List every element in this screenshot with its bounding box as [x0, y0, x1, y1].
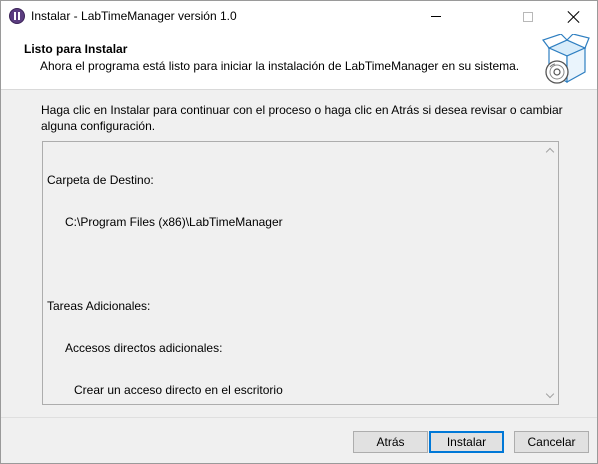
- divider: [1, 417, 597, 418]
- summary-content: Carpeta de Destino: C:\Program Files (x8…: [47, 145, 537, 425]
- summary-line: [47, 257, 537, 271]
- minimize-icon: [431, 16, 441, 17]
- minimize-button[interactable]: [413, 1, 459, 32]
- page-title: Listo para Instalar: [24, 42, 128, 56]
- summary-line: C:\Program Files (x86)\LabTimeManager: [65, 215, 283, 229]
- vertical-scrollbar[interactable]: [541, 142, 558, 404]
- summary-line: Tareas Adicionales:: [47, 299, 151, 313]
- instructions-text: Haga clic en Instalar para continuar con…: [41, 103, 563, 133]
- chevron-down-icon: [545, 389, 554, 399]
- summary-line: Crear un acceso directo en el escritorio: [74, 383, 283, 397]
- wizard-header: Listo para Instalar Ahora el programa es…: [1, 32, 597, 90]
- back-button[interactable]: Atrás: [353, 431, 428, 453]
- maximize-icon: [523, 11, 533, 22]
- maximize-button: [505, 1, 551, 32]
- chevron-up-icon: [545, 147, 554, 157]
- title-bar[interactable]: Instalar - LabTimeManager versión 1.0: [1, 1, 597, 32]
- close-button[interactable]: [551, 1, 597, 32]
- close-icon: [568, 11, 580, 23]
- summary-memo[interactable]: Carpeta de Destino: C:\Program Files (x8…: [42, 141, 559, 405]
- cancel-button[interactable]: Cancelar: [514, 431, 589, 453]
- scroll-down-button[interactable]: [541, 387, 558, 404]
- installer-window: Instalar - LabTimeManager versión 1.0 Li…: [0, 0, 598, 464]
- scroll-up-button[interactable]: [541, 142, 558, 159]
- page-subtitle: Ahora el programa está listo para inicia…: [40, 59, 520, 73]
- app-icon: [9, 8, 25, 24]
- window-title: Instalar - LabTimeManager versión 1.0: [31, 9, 237, 23]
- summary-line: Carpeta de Destino:: [47, 173, 154, 187]
- install-button[interactable]: Instalar: [429, 431, 504, 453]
- setup-box-disc-icon: [542, 34, 590, 84]
- summary-line: Accesos directos adicionales:: [65, 341, 223, 355]
